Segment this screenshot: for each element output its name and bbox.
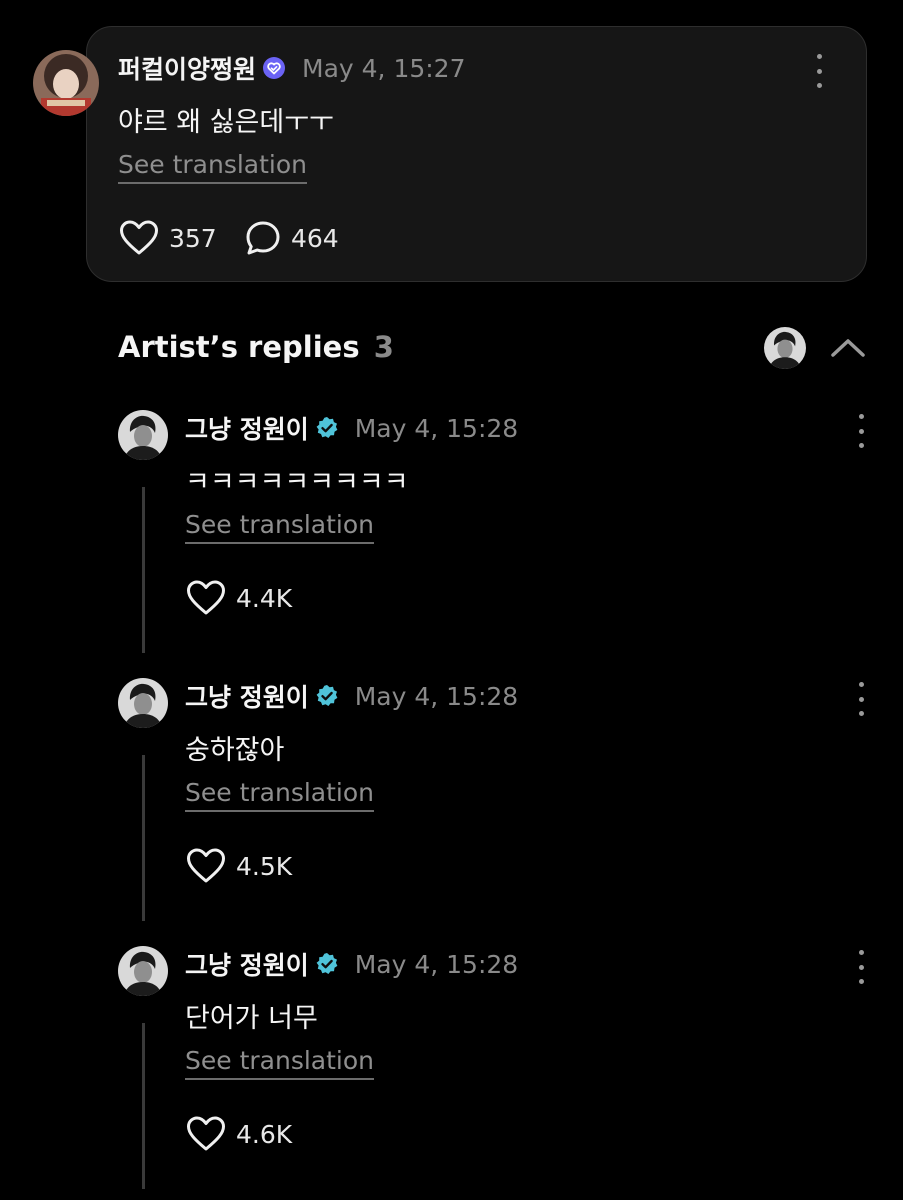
thread-line	[142, 1023, 145, 1189]
collapse-replies-button[interactable]	[829, 334, 867, 360]
reply-see-translation-link[interactable]: See translation	[185, 510, 375, 544]
reply-more-options-icon[interactable]	[849, 414, 873, 448]
post-like-button[interactable]: 357	[119, 220, 217, 256]
reply-header: 그냥 정원이 May 4, 15:28	[185, 678, 518, 714]
reply-username[interactable]: 그냥 정원이	[185, 678, 309, 714]
post-text: 야르 왜 싫은데ㅜㅜ	[118, 107, 334, 138]
verified-badge-icon	[315, 684, 339, 708]
post-see-translation-link[interactable]: See translation	[118, 150, 308, 184]
reply-author-avatar[interactable]	[118, 946, 168, 996]
artist-replies-count: 3	[373, 330, 394, 364]
heart-icon	[187, 580, 225, 615]
reply-like-button[interactable]: 4.4K	[186, 580, 292, 616]
reply-like-button[interactable]: 4.5K	[186, 848, 292, 884]
reply-more-options-icon[interactable]	[849, 950, 873, 984]
reply-timestamp: May 4, 15:28	[354, 413, 519, 443]
reply-like-count: 4.4K	[236, 583, 293, 613]
reply-author-avatar[interactable]	[118, 410, 168, 460]
reply-header: 그냥 정원이 May 4, 15:28	[185, 410, 518, 446]
reply-header: 그냥 정원이 May 4, 15:28	[185, 946, 518, 982]
reply-like-count: 4.5K	[236, 851, 293, 881]
heart-icon	[187, 1116, 225, 1151]
thread-line	[142, 487, 145, 653]
verified-badge-icon	[315, 952, 339, 976]
comment-bubble-icon	[246, 221, 280, 255]
post-more-options-icon[interactable]	[807, 54, 831, 88]
post-timestamp: May 4, 15:27	[302, 53, 466, 83]
reply-text: ㅋㅋㅋㅋㅋㅋㅋㅋㅋ	[185, 467, 409, 498]
post-header: 퍼컬이양쩡원 May 4, 15:27	[118, 50, 466, 86]
post-username[interactable]: 퍼컬이양쩡원	[118, 50, 256, 86]
heart-icon	[120, 220, 158, 255]
artist-replies-title: Artist’s replies	[118, 330, 360, 364]
reply-text: 단어가 너무	[185, 1003, 318, 1034]
verified-badge-icon	[315, 416, 339, 440]
reply-timestamp: May 4, 15:28	[354, 949, 519, 979]
post-comment-count: 464	[291, 223, 339, 253]
verified-badge-icon	[262, 56, 286, 80]
post-author-avatar[interactable]	[33, 50, 99, 116]
post-comment-button[interactable]: 464	[245, 220, 339, 256]
reply-like-button[interactable]: 4.6K	[186, 1116, 292, 1152]
thread-line	[142, 755, 145, 921]
chevron-up-icon	[831, 339, 865, 357]
reply-see-translation-link[interactable]: See translation	[185, 778, 375, 812]
reply-see-translation-link[interactable]: See translation	[185, 1046, 375, 1080]
reply-username[interactable]: 그냥 정원이	[185, 410, 309, 446]
reply-like-count: 4.6K	[236, 1119, 293, 1149]
reply-text: 숭하잖아	[185, 735, 285, 766]
reply-author-avatar[interactable]	[118, 678, 168, 728]
reply-more-options-icon[interactable]	[849, 682, 873, 716]
artist-replies-header: Artist’s replies 3	[118, 330, 394, 364]
artist-avatar-small	[764, 327, 806, 369]
reply-timestamp: May 4, 15:28	[354, 681, 519, 711]
heart-icon	[187, 848, 225, 883]
reply-username[interactable]: 그냥 정원이	[185, 946, 309, 982]
post-like-count: 357	[169, 223, 217, 253]
